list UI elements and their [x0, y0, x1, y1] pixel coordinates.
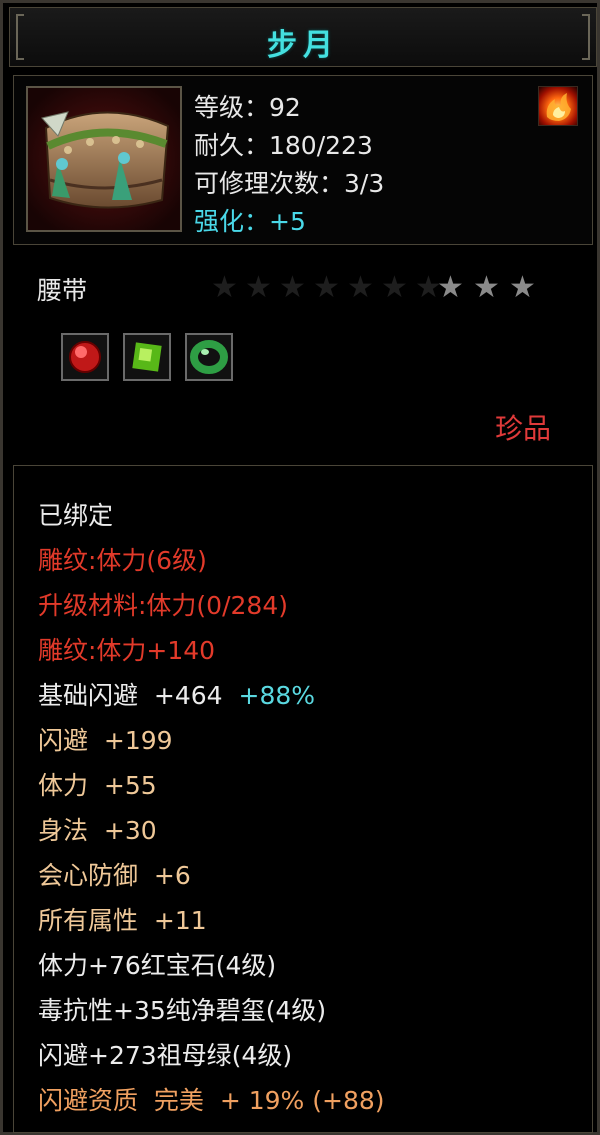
- jade-ring-icon: [185, 333, 233, 381]
- dodge-row: 闪避 +199: [38, 721, 173, 757]
- title-bar: 步月: [9, 7, 597, 67]
- stamina-label: 体力: [38, 771, 89, 800]
- quality-label: 闪避资质: [38, 1086, 139, 1115]
- base-dodge-value: +464: [153, 681, 223, 710]
- gem-bonus-ruby: 体力+76红宝石(4级): [38, 951, 277, 980]
- green-gem-icon: [123, 333, 171, 381]
- all-attr-value: +11: [153, 906, 207, 935]
- engrave-level: 雕纹:体力(6级): [38, 546, 207, 575]
- durability-stat: 耐久：180/223: [194, 131, 373, 160]
- all-attr-label: 所有属性: [38, 906, 139, 935]
- dodge-value: +199: [103, 726, 173, 755]
- crit-def-label: 会心防御: [38, 861, 139, 890]
- star-icon: ★: [437, 270, 464, 305]
- quality-row: 闪避资质 完美 + 19% (+88): [38, 1081, 385, 1117]
- star-icon: ★: [279, 270, 306, 305]
- rarity-label: 珍品: [494, 412, 551, 445]
- attributes-panel: 已绑定 雕纹:体力(6级) 升级材料:体力(0/284) 雕纹:体力+140 基…: [13, 465, 593, 1133]
- star-icon: ★: [473, 270, 500, 305]
- title-bracket-right: [582, 14, 590, 60]
- item-name: 步月: [267, 28, 339, 63]
- base-dodge-percent: +88%: [238, 681, 316, 710]
- all-attr-row: 所有属性 +11: [38, 901, 207, 937]
- dodge-label: 闪避: [38, 726, 89, 755]
- base-dodge-row: 基础闪避 +464 +88%: [38, 676, 315, 712]
- gem-bonus-tourmaline: 毒抗性+35纯净碧玺(4级): [38, 996, 327, 1025]
- star-icon: ★: [347, 270, 374, 305]
- gem-bonus-emerald: 闪避+273祖母绿(4级): [38, 1041, 293, 1070]
- crit-def-value: +6: [153, 861, 191, 890]
- agility-value: +30: [103, 816, 157, 845]
- crit-def-row: 会心防御 +6: [38, 856, 191, 892]
- item-type: 腰带: [37, 276, 88, 305]
- belt-item-icon: [26, 86, 182, 232]
- stamina-value: +55: [103, 771, 157, 800]
- star-icon: ★: [381, 270, 408, 305]
- quality-value: 完美: [153, 1086, 204, 1115]
- star-icon: ★: [245, 270, 272, 305]
- quality-percent: + 19% (+88): [219, 1086, 385, 1115]
- ruby-gem-icon: [61, 333, 109, 381]
- item-tooltip: 步月 等级：92 耐久：180/223 可修理次数：3/3 强化：+5 腰带 ★…: [0, 0, 600, 1135]
- star-icon: ★: [313, 270, 340, 305]
- agility-label: 身法: [38, 816, 89, 845]
- base-dodge-label: 基础闪避: [38, 681, 139, 710]
- repair-count-stat: 可修理次数：3/3: [194, 169, 385, 198]
- star-rating: ★ ★ ★ ★ ★ ★ ★ ★ ★ ★: [211, 273, 551, 303]
- bound-status: 已绑定: [38, 501, 114, 530]
- fire-icon: [538, 86, 578, 126]
- star-icon: ★: [211, 270, 238, 305]
- star-icon: ★: [509, 270, 536, 305]
- engrave-stamina: 雕纹:体力+140: [38, 636, 216, 665]
- info-panel: 等级：92 耐久：180/223 可修理次数：3/3 强化：+5: [13, 75, 593, 245]
- upgrade-material: 升级材料:体力(0/284): [38, 591, 288, 620]
- stamina-row: 体力 +55: [38, 766, 157, 802]
- level-stat: 等级：92: [194, 93, 301, 122]
- agility-row: 身法 +30: [38, 811, 157, 847]
- enhance-stat: 强化：+5: [194, 207, 306, 236]
